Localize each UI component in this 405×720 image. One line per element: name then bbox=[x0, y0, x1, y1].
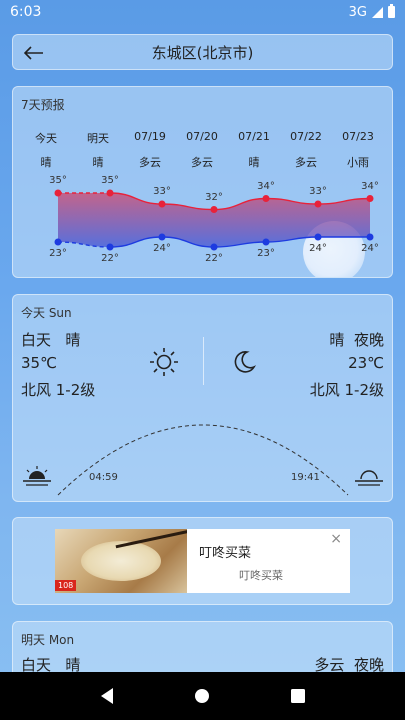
ad-text: 叮咚买菜 叮咚买菜 × bbox=[187, 529, 350, 593]
high-temp-label: 35° bbox=[101, 175, 119, 186]
sunrise-time: 04:59 bbox=[89, 472, 118, 483]
ad-image-chopsticks bbox=[115, 529, 187, 549]
low-temp-line-point bbox=[210, 243, 218, 251]
signal-icon bbox=[372, 6, 383, 18]
status-icons: 3G bbox=[348, 4, 395, 20]
battery-icon bbox=[388, 4, 395, 18]
sunset-time: 19:41 bbox=[291, 472, 320, 483]
ad-subtitle: 叮咚买菜 bbox=[239, 569, 283, 582]
sunset-icon bbox=[355, 470, 383, 486]
day-temp: 35℃ bbox=[21, 354, 57, 372]
home-circle-icon[interactable] bbox=[193, 687, 211, 705]
low-temp-label: 22° bbox=[205, 253, 223, 264]
status-bar: 6:03 3G bbox=[0, 0, 405, 24]
high-temp-label: 35° bbox=[49, 175, 67, 186]
high-temp-label: 33° bbox=[309, 186, 327, 197]
recents-square-icon[interactable] bbox=[290, 688, 306, 704]
back-triangle-icon[interactable] bbox=[99, 687, 115, 705]
today-card: 今天 Sun 白天 晴 35℃ 北风 1-2级 晴 夜晚 23℃ 北风 1-2级… bbox=[12, 294, 393, 502]
high-temp-line-point bbox=[314, 200, 322, 208]
low-temp-label: 23° bbox=[49, 248, 67, 259]
day-night-divider bbox=[203, 337, 204, 385]
low-temp-label: 24° bbox=[309, 243, 327, 254]
high-temp-line-point bbox=[106, 189, 114, 197]
day-label: 白天 晴 bbox=[21, 331, 81, 349]
ad-banner[interactable]: 108 叮咚买菜 叮咚买菜 × bbox=[55, 529, 350, 593]
low-temp-line-point bbox=[106, 243, 114, 251]
ad-name: 叮咚买菜 bbox=[199, 546, 252, 561]
back-button[interactable] bbox=[19, 39, 49, 67]
ad-close-button[interactable]: × bbox=[330, 531, 342, 547]
low-temp-label: 24° bbox=[153, 243, 171, 254]
low-temp-label: 23° bbox=[257, 248, 275, 259]
arrow-left-icon bbox=[24, 46, 43, 60]
sun-path-arc bbox=[57, 424, 349, 496]
high-temp-line-point bbox=[210, 206, 218, 213]
high-temp-line-point bbox=[158, 200, 166, 208]
low-temp-line-point bbox=[54, 238, 62, 246]
moon-icon bbox=[234, 351, 257, 373]
nav-bar bbox=[0, 672, 405, 720]
high-temp-label: 33° bbox=[153, 186, 171, 197]
page-title: 东城区(北京市) bbox=[151, 43, 254, 62]
high-temp-line-point bbox=[366, 195, 374, 202]
high-temp-label: 32° bbox=[205, 191, 223, 203]
high-temp-label: 34° bbox=[257, 180, 275, 192]
high-temp-label: 34° bbox=[361, 180, 379, 192]
network-label: 3G bbox=[348, 4, 367, 20]
low-temp-line-point bbox=[158, 233, 166, 241]
forecast-card: 7天预报 今天 明天 07/19 07/20 07/21 07/22 07/23 晴晴多云多… bbox=[12, 86, 393, 278]
ad-image: 108 bbox=[55, 529, 187, 593]
low-temp-label: 24° bbox=[361, 243, 379, 254]
high-temp-line-point bbox=[262, 195, 270, 202]
ad-card: 108 叮咚买菜 叮咚买菜 × bbox=[12, 517, 393, 605]
night-temp: 23℃ bbox=[348, 354, 384, 372]
sunrise-icon bbox=[23, 466, 51, 486]
low-temp-line-point bbox=[262, 238, 270, 246]
today-title: 今天 Sun bbox=[21, 306, 72, 320]
header-bar: 东城区(北京市) bbox=[12, 34, 393, 70]
low-temp-line-point bbox=[314, 233, 322, 241]
low-temp-label: 22° bbox=[101, 253, 119, 264]
status-time: 6:03 bbox=[10, 4, 42, 20]
tomorrow-title: 明天 Mon bbox=[21, 633, 75, 647]
sun-icon bbox=[150, 348, 178, 376]
high-temp-line-point bbox=[54, 189, 62, 197]
ad-image-badge: 108 bbox=[55, 580, 77, 591]
night-label: 晴 夜晚 bbox=[329, 331, 384, 349]
low-temp-line-point bbox=[366, 233, 374, 241]
